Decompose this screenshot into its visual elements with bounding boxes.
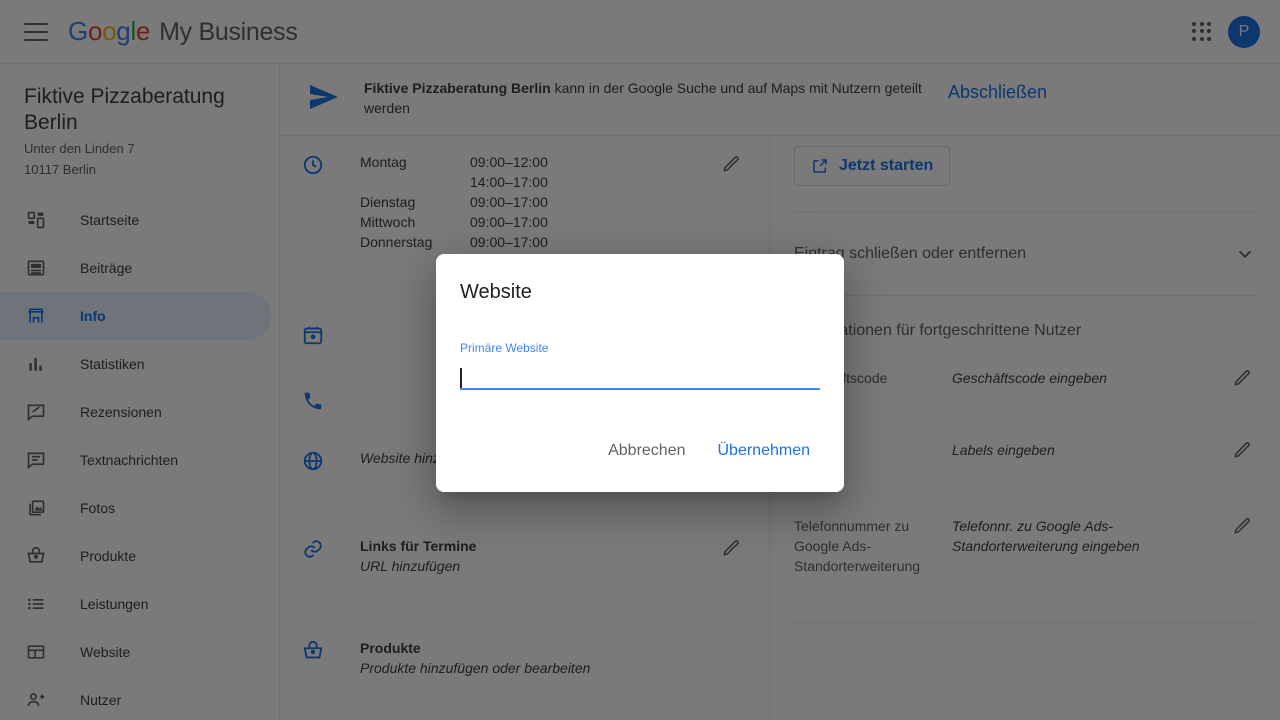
primary-website-underline	[460, 368, 820, 390]
website-dialog: Website Primäre Website Abbrechen Überne…	[436, 254, 844, 492]
primary-website-label: Primäre Website	[460, 341, 549, 355]
primary-website-input[interactable]	[460, 368, 820, 388]
cancel-button[interactable]: Abbrechen	[598, 434, 695, 468]
primary-website-field-group: Primäre Website	[460, 340, 820, 390]
apply-button[interactable]: Übernehmen	[708, 434, 821, 468]
dialog-title: Website	[460, 281, 532, 303]
dialog-actions: Abbrechen Übernehmen	[460, 434, 820, 468]
